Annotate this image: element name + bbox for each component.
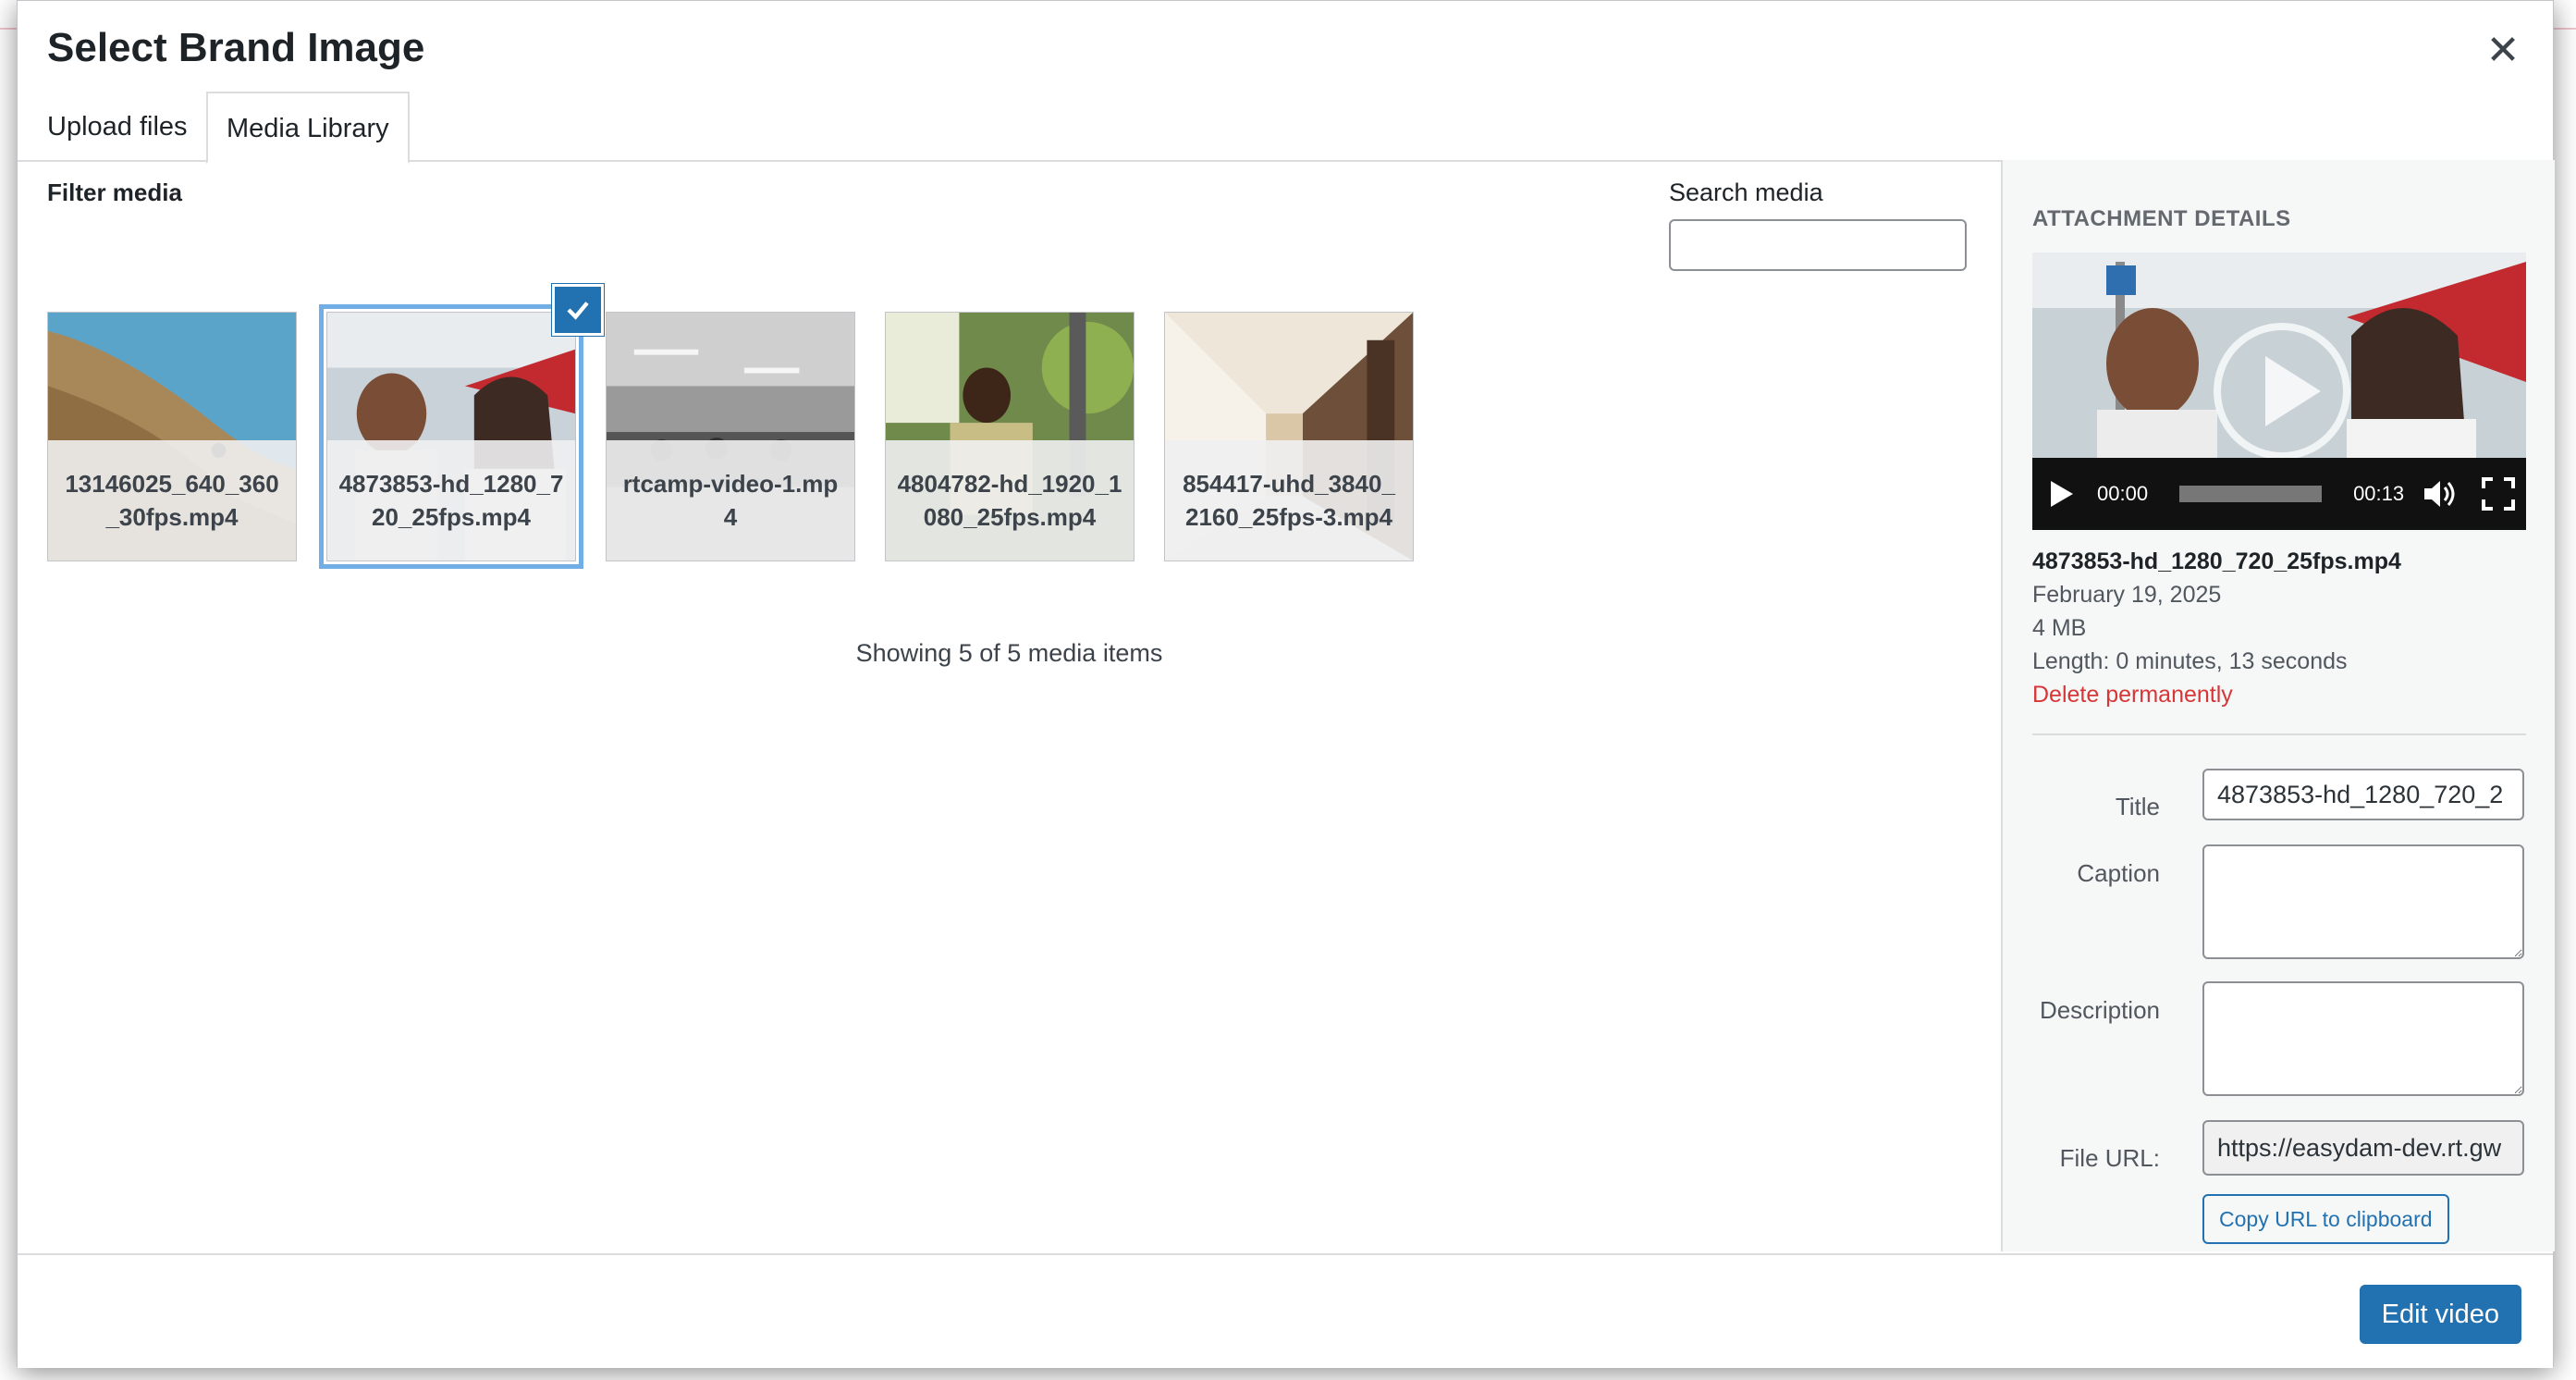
modal-tabs: Upload files Media Library (18, 92, 2553, 164)
current-time: 00:00 (2097, 482, 2149, 505)
attachment-details-heading: ATTACHMENT DETAILS (2032, 206, 2291, 231)
video-frame (2032, 253, 2526, 458)
media-count-text: Showing 5 of 5 media items (855, 639, 1163, 667)
divider (2032, 733, 2526, 735)
modal-title: Select Brand Image (47, 25, 425, 70)
modal-toolbar: Edit video (18, 1253, 2553, 1368)
attachment-size: 4 MB (2032, 615, 2087, 641)
attachment-meta: 4873853-hd_1280_720_25fps.mp4 February 1… (2032, 545, 2401, 711)
attachment-details-panel: ATTACHMENT DETAILS 00:00 00:13 4873853-h… (2001, 160, 2555, 1251)
video-player[interactable]: 00:00 00:13 (2032, 253, 2526, 530)
media-modal: Select Brand Image ✕ Upload files Media … (17, 0, 2555, 1368)
edit-video-button[interactable]: Edit video (2359, 1285, 2521, 1344)
media-browser: Filter media Search media 13146025_640_3… (18, 160, 2001, 1251)
media-item-selected[interactable]: 4873853-hd_1280_720_25fps.mp4 (319, 304, 583, 569)
caption-label: Caption (2077, 859, 2160, 887)
volume-icon[interactable] (2423, 478, 2456, 510)
search-media-label: Search media (1669, 179, 1823, 206)
media-item[interactable]: rtcamp-video-1.mp4 (606, 312, 855, 561)
media-item-caption: rtcamp-video-1.mp4 (607, 440, 854, 561)
media-item-caption: 4804782-hd_1920_1080_25fps.mp4 (886, 440, 1134, 561)
checkmark-icon[interactable] (552, 284, 604, 336)
title-field[interactable] (2202, 769, 2524, 820)
media-item[interactable]: 13146025_640_360_30fps.mp4 (47, 312, 297, 561)
file-url-label: File URL: (2059, 1144, 2160, 1172)
delete-permanently-link[interactable]: Delete permanently (2032, 678, 2401, 711)
media-item-caption: 854417-uhd_3840_2160_25fps-3.mp4 (1165, 440, 1413, 561)
tab-upload-files[interactable]: Upload files (29, 92, 206, 158)
media-item[interactable]: 854417-uhd_3840_2160_25fps-3.mp4 (1164, 312, 1414, 561)
title-label: Title (2115, 793, 2160, 820)
tab-media-library[interactable]: Media Library (206, 92, 410, 164)
description-field[interactable] (2202, 981, 2524, 1096)
copy-url-button[interactable]: Copy URL to clipboard (2202, 1194, 2449, 1244)
caption-field[interactable] (2202, 844, 2524, 959)
description-label: Description (2039, 996, 2160, 1024)
file-url-field[interactable] (2202, 1120, 2524, 1176)
attachment-length: Length: 0 minutes, 13 seconds (2032, 648, 2348, 674)
fullscreen-icon[interactable] (2482, 477, 2516, 511)
media-item[interactable]: 4804782-hd_1920_1080_25fps.mp4 (885, 312, 1135, 561)
video-controls: 00:00 00:13 (2032, 458, 2526, 530)
filter-media-label: Filter media (47, 179, 182, 206)
attachment-filename: 4873853-hd_1280_720_25fps.mp4 (2032, 548, 2401, 574)
media-item-caption: 4873853-hd_1280_720_25fps.mp4 (327, 440, 575, 561)
play-icon[interactable] (2047, 479, 2084, 509)
attachment-date: February 19, 2025 (2032, 582, 2222, 608)
duration-time: 00:13 (2353, 482, 2405, 505)
close-icon[interactable]: ✕ (2481, 29, 2525, 73)
media-item-caption: 13146025_640_360_30fps.mp4 (48, 440, 296, 561)
progress-bar[interactable] (2179, 486, 2323, 502)
search-input[interactable] (1669, 219, 1967, 271)
